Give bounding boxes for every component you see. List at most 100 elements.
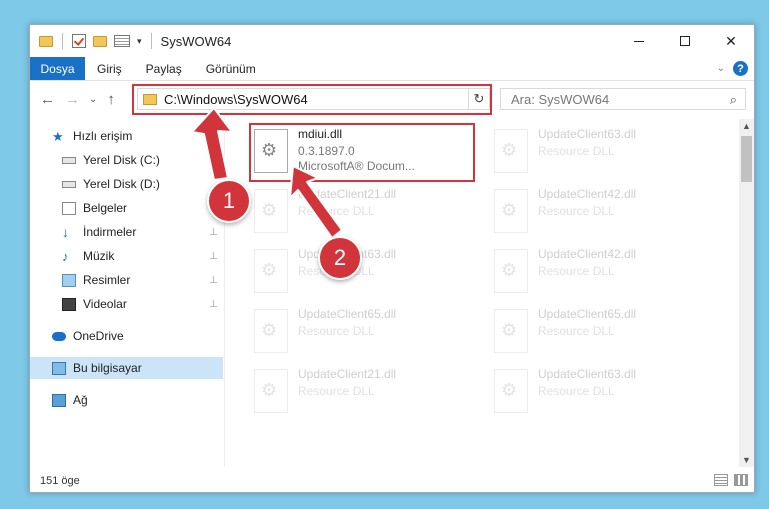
file-name: UpdateClient42.dll [538,247,637,261]
dll-file-icon [254,189,288,233]
navigation-bar: ← → ⌄ ↑ C:\Windows\SysWOW64 ⌄ ↻ Ara: Sys… [30,81,754,117]
address-highlight-box [132,84,492,115]
item-count: 151 öge [40,474,80,487]
window-title: SysWOW64 [160,33,232,49]
file-description: Resource DLL [538,204,615,218]
help-icon[interactable]: ? [733,61,748,76]
view-buttons [714,474,748,486]
pin-icon[interactable]: ⊥ [209,275,218,286]
file-tile[interactable]: UpdateClient65.dll Resource DLL [490,305,716,363]
dll-file-icon [494,249,528,293]
sidebar-item-documents[interactable]: Belgeler [30,197,223,219]
dll-file-icon [254,309,288,353]
up-button[interactable]: ↑ [107,91,115,108]
properties-check-icon[interactable] [72,34,86,48]
quick-access-list-icon[interactable] [114,35,130,47]
file-name: UpdateClient21.dll [298,187,397,201]
sidebar-item-label: Hızlı erişim [73,129,133,143]
sidebar-item-disk-d[interactable]: Yerel Disk (D:) [30,173,223,195]
title-bar: ▾ SysWOW64 ✕ [30,25,754,57]
file-description: Resource DLL [298,324,375,338]
sidebar-item-label: Müzik [83,249,115,263]
explorer-window: ▾ SysWOW64 ✕ Dosya Giriş Paylaş Görünüm … [29,24,755,493]
back-button[interactable]: ← [40,91,55,108]
scroll-up-icon[interactable]: ▲ [742,121,751,131]
folder-icon [39,35,53,47]
file-name: UpdateClient65.dll [538,307,637,321]
file-tile[interactable]: UpdateClient21.dll Resource DLL [250,185,476,243]
vertical-scrollbar[interactable]: ▲ ▼ [739,119,754,467]
sidebar-item-network[interactable]: Ağ [30,389,223,411]
dll-file-icon [494,129,528,173]
sidebar-item-this-pc[interactable]: Bu bilgisayar [30,357,223,379]
file-description: Resource DLL [538,324,615,338]
file-name: UpdateClient63.dll [538,367,637,381]
customize-toolbar-chevron-icon[interactable]: ▾ [137,36,142,47]
sidebar-item-downloads[interactable]: ↓ İndirmeler ⊥ [30,221,223,243]
file-tile[interactable]: UpdateClient21.dll Resource DLL [250,365,476,423]
file-description: Resource DLL [538,384,615,398]
tab-file[interactable]: Dosya [30,57,85,80]
tab-share[interactable]: Paylaş [134,57,194,80]
scroll-down-icon[interactable]: ▼ [742,455,751,465]
document-icon [62,201,76,215]
file-name: UpdateClient21.dll [298,367,397,381]
download-icon: ↓ [62,223,69,240]
details-view-icon[interactable] [714,474,728,486]
scroll-thumb[interactable] [741,136,752,182]
tab-view[interactable]: Görünüm [194,57,268,80]
step-2-badge: 2 [318,236,362,280]
minimize-icon [634,40,644,42]
sidebar-item-onedrive[interactable]: OneDrive [30,325,223,347]
search-input[interactable]: Ara: SysWOW64 [511,92,609,107]
sidebar-item-videos[interactable]: Videolar ⊥ [30,293,223,315]
close-icon: ✕ [725,32,737,49]
quick-access-toolbar: ▾ [39,33,154,49]
status-bar: 151 öge [30,469,754,492]
maximize-button[interactable] [662,25,708,57]
sidebar-item-pictures[interactable]: Resimler ⊥ [30,269,223,291]
search-box[interactable]: Ara: SysWOW64 ⌕ [500,88,746,110]
pin-icon[interactable]: ⊥ [209,299,218,310]
disk-icon [62,180,76,188]
maximize-icon [680,36,690,46]
file-description: Resource DLL [538,144,615,158]
sidebar-item-quick-access[interactable]: ★ Hızlı erişim [30,125,223,147]
pin-icon[interactable]: ⊥ [209,251,218,262]
search-icon[interactable]: ⌕ [730,92,737,108]
dll-file-icon [254,369,288,413]
sidebar-item-disk-c[interactable]: Yerel Disk (C:) [30,149,223,171]
separator [150,33,152,49]
file-tile[interactable]: UpdateClient63.dllResource DLL [250,245,476,303]
pane-divider[interactable] [224,117,225,467]
dll-file-icon [494,369,528,413]
expand-ribbon-chevron-icon[interactable]: ⌄ [717,63,725,74]
music-icon: ♪ [62,248,69,264]
new-folder-icon[interactable] [93,35,107,47]
sidebar-item-label: İndirmeler [83,225,137,239]
large-icons-view-icon[interactable] [734,474,748,486]
sidebar-item-label: Ağ [73,393,88,407]
dll-file-icon [254,249,288,293]
navigation-pane: ★ Hızlı erişim Yerel Disk (C:) Yerel Dis… [30,119,225,467]
star-icon: ★ [52,128,64,144]
tab-home[interactable]: Giriş [85,57,134,80]
pictures-icon [62,273,76,287]
forward-button[interactable]: → [65,91,80,108]
minimize-button[interactable] [616,25,662,57]
file-tile[interactable]: UpdateClient63.dll Resource DLL [490,365,716,423]
file-description: Resource DLL [298,384,375,398]
network-icon [52,393,66,407]
file-tile[interactable]: UpdateClient42.dll Resource DLL [490,245,716,303]
file-tile[interactable]: UpdateClient65.dll Resource DLL [250,305,476,363]
file-tile[interactable]: UpdateClient42.dll Resource DLL [490,185,716,243]
dll-file-icon [494,189,528,233]
sidebar-item-music[interactable]: ♪ Müzik ⊥ [30,245,223,267]
recent-locations-chevron-icon[interactable]: ⌄ [89,94,97,105]
close-button[interactable]: ✕ [708,25,754,57]
sidebar-item-label: Yerel Disk (C:) [83,153,160,167]
sidebar-item-label: Belgeler [83,201,128,215]
file-name: UpdateClient63.dll [538,127,637,141]
file-tile[interactable]: UpdateClient63.dll Resource DLL [490,125,716,183]
pin-icon[interactable]: ⊥ [209,227,218,238]
